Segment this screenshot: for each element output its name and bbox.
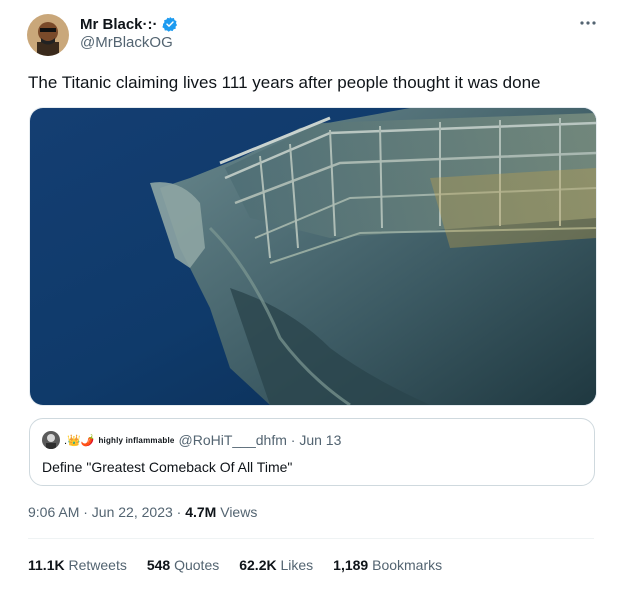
author-handle[interactable]: @MrBlackOG — [80, 34, 173, 51]
author-avatar[interactable] — [27, 14, 69, 56]
views-label: Views — [216, 504, 258, 520]
retweets-stat[interactable]: 11.1K Retweets — [28, 557, 127, 573]
tweet-image[interactable] — [29, 107, 597, 406]
bookmarks-label: Bookmarks — [368, 557, 443, 573]
more-dots-icon[interactable] — [579, 14, 597, 32]
verified-badge-icon — [161, 16, 178, 32]
engagement-stats: 11.1K Retweets 548 Quotes 62.2K Likes 1,… — [28, 557, 442, 573]
quotes-stat[interactable]: 548 Quotes — [147, 557, 219, 573]
quoted-handle-date: @RoHiT___dhfm · Jun 13 — [178, 432, 342, 448]
bookmarks-count: 1,189 — [333, 557, 369, 573]
retweets-label: Retweets — [64, 557, 127, 573]
quoted-name-emojis: .👑🌶️ — [64, 434, 95, 447]
likes-label: Likes — [276, 557, 314, 573]
tweet-timestamp[interactable]: 9:06 AM · Jun 22, 2023 · — [28, 504, 185, 520]
quoted-name-text: highly inflammable — [98, 435, 175, 445]
tweet-card: Mr Black·:· @MrBlackOG The Titanic claim… — [0, 0, 621, 589]
quoted-tweet[interactable]: .👑🌶️ highly inflammable @RoHiT___dhfm · … — [29, 418, 595, 486]
likes-stat[interactable]: 62.2K Likes — [239, 557, 313, 573]
quoted-text: Define "Greatest Comeback Of All Time" — [42, 459, 293, 475]
views-count: 4.7M — [185, 504, 217, 520]
author-name[interactable]: Mr Black·:· — [80, 16, 158, 33]
quotes-count: 548 — [146, 557, 171, 573]
tweet-meta: 9:06 AM · Jun 22, 2023 · 4.7M Views — [28, 504, 257, 520]
divider — [28, 538, 594, 539]
likes-count: 62.2K — [239, 557, 277, 573]
bookmarks-stat[interactable]: 1,189 Bookmarks — [333, 557, 442, 573]
quotes-label: Quotes — [170, 557, 220, 573]
tweet-text: The Titanic claiming lives 111 years aft… — [28, 73, 541, 92]
retweets-count: 11.1K — [28, 557, 65, 573]
quoted-avatar[interactable] — [42, 431, 60, 449]
